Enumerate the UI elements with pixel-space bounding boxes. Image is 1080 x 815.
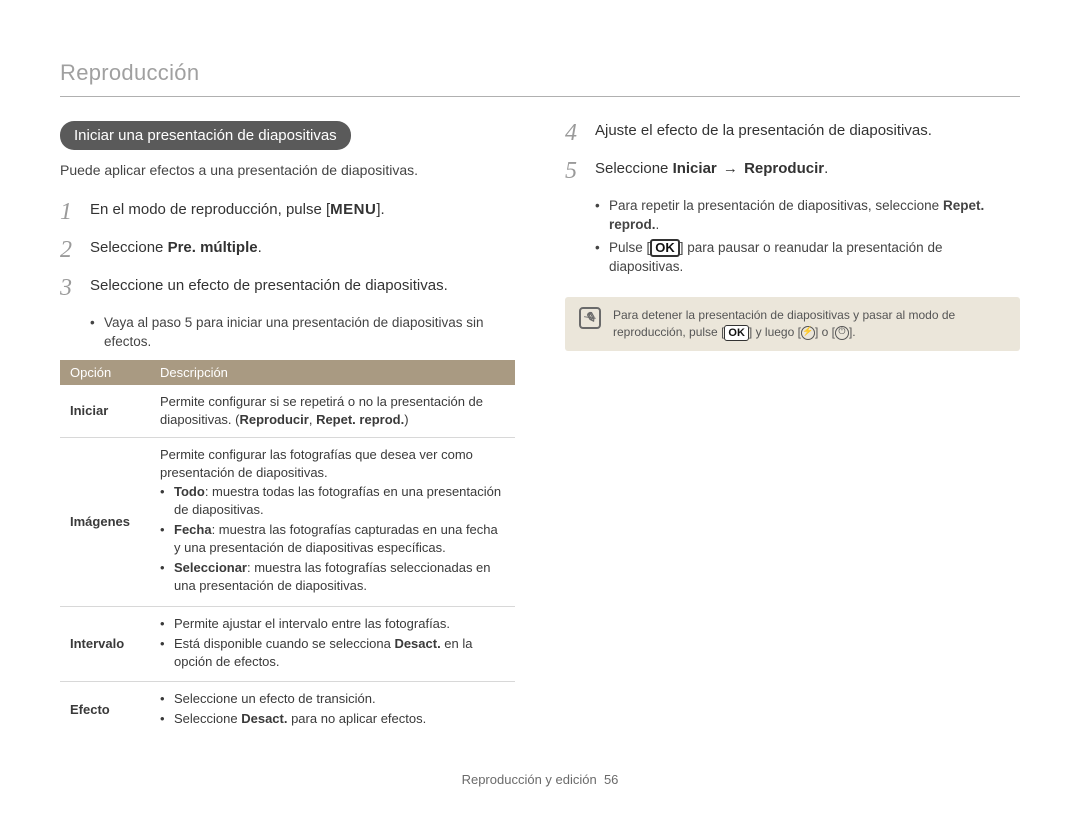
step3-sub-item: Vaya al paso 5 para iniciar una presenta… (90, 314, 515, 352)
step-3: 3 Seleccione un efecto de presentación d… (60, 276, 515, 300)
step-number: 1 (60, 200, 90, 224)
step1-post: ]. (376, 201, 384, 218)
step-1: 1 En el modo de reproducción, pulse [MEN… (60, 200, 515, 224)
note-box: ✎ Para detener la presentación de diapos… (565, 297, 1020, 352)
note-or: ] o [ (815, 325, 835, 339)
option-label: Intervalo (60, 606, 150, 682)
step5-pre: Seleccione (595, 160, 673, 177)
note-icon: ✎ (579, 307, 601, 329)
desc-post: ) (404, 412, 408, 427)
th-description: Descripción (150, 360, 515, 385)
li-b: Desact. (394, 636, 440, 651)
option-desc: Permite ajustar el intervalo entre las f… (150, 606, 515, 682)
step-number: 2 (60, 238, 90, 262)
menu-key-label: MENU (330, 201, 376, 218)
list-item: Seleccione un efecto de transición. (160, 690, 505, 708)
step-2: 2 Seleccione Pre. múltiple. (60, 238, 515, 262)
list-item: Permite ajustar el intervalo entre las f… (160, 615, 505, 633)
li-pre: Está disponible cuando se selecciona (174, 636, 394, 651)
option-label: Efecto (60, 682, 150, 739)
sub2-pre: Pulse [ (609, 240, 650, 255)
right-column: 4 Ajuste el efecto de la presentación de… (565, 121, 1020, 739)
step3-sublist: Vaya al paso 5 para iniciar una presenta… (90, 314, 515, 352)
table-row: Efecto Seleccione un efecto de transició… (60, 682, 515, 739)
options-table: Opción Descripción Iniciar Permite confi… (60, 360, 515, 739)
step-body: Seleccione Pre. múltiple. (90, 238, 262, 258)
list-item: Seleccionar: muestra las fotografías sel… (160, 559, 505, 595)
option-label: Imágenes (60, 438, 150, 607)
footer-page: 56 (604, 772, 618, 787)
note-glyph: ✎ (583, 308, 597, 326)
desc-b2: Repet. reprod. (316, 412, 404, 427)
list-item: Para repetir la presentación de diaposit… (595, 197, 1020, 235)
step2-post: . (258, 239, 262, 256)
list-item: Seleccione Desact. para no aplicar efect… (160, 710, 505, 728)
page-header: Reproducción (60, 60, 1020, 97)
ok-key-icon: OK (724, 325, 749, 341)
option-desc: Seleccione un efecto de transición. Sele… (150, 682, 515, 739)
step2-pre: Seleccione (90, 239, 168, 256)
step-4: 4 Ajuste el efecto de la presentación de… (565, 121, 1020, 145)
li-b: Seleccionar (174, 560, 247, 575)
list-item: Todo: muestra todas las fotografías en u… (160, 483, 505, 519)
step-number: 5 (565, 159, 595, 183)
li-b: Fecha (174, 522, 212, 537)
footer-section: Reproducción y edición (462, 772, 597, 787)
desc-b1: Reproducir (239, 412, 308, 427)
li-b: Desact. (241, 711, 287, 726)
arrow-icon: → (719, 160, 742, 177)
table-header-row: Opción Descripción (60, 360, 515, 385)
sub1-post: . (656, 217, 660, 232)
img-list: Todo: muestra todas las fotografías en u… (160, 483, 505, 596)
interval-list: Permite ajustar el intervalo entre las f… (160, 615, 505, 672)
option-desc: Permite configurar si se repetirá o no l… (150, 385, 515, 438)
li-pre: Seleccione (174, 711, 241, 726)
note-mid: ] y luego [ (749, 325, 801, 339)
step-body: Ajuste el efecto de la presentación de d… (595, 121, 932, 141)
sub1-pre: Para repetir la presentación de diaposit… (609, 198, 943, 213)
img-intro: Permite configurar las fotografías que d… (160, 446, 505, 482)
table-row: Imágenes Permite configurar las fotograf… (60, 438, 515, 607)
step1-pre: En el modo de reproducción, pulse [ (90, 201, 330, 218)
flash-key-icon (801, 326, 815, 340)
list-item: Está disponible cuando se selecciona Des… (160, 635, 505, 671)
step-body: En el modo de reproducción, pulse [MENU]… (90, 200, 385, 220)
note-end: ]. (849, 325, 856, 339)
li-post: para no aplicar efectos. (287, 711, 426, 726)
desc-sep: , (309, 412, 316, 427)
step5-sublist: Para repetir la presentación de diaposit… (595, 197, 1020, 277)
ok-key-icon: OK (650, 239, 680, 257)
step5-b1: Iniciar (673, 160, 717, 177)
step5-b2: Reproducir (744, 160, 824, 177)
step-number: 4 (565, 121, 595, 145)
list-item: Pulse [OK] para pausar o reanudar la pre… (595, 239, 1020, 277)
step-body: Seleccione un efecto de presentación de … (90, 276, 448, 296)
table-row: Intervalo Permite ajustar el intervalo e… (60, 606, 515, 682)
option-label: Iniciar (60, 385, 150, 438)
power-key-icon (835, 326, 849, 340)
step2-bold: Pre. múltiple (168, 239, 258, 256)
step-number: 3 (60, 276, 90, 300)
option-desc: Permite configurar las fotografías que d… (150, 438, 515, 607)
li-t: : muestra todas las fotografías en una p… (174, 484, 501, 517)
step-5: 5 Seleccione Iniciar → Reproducir. (565, 159, 1020, 183)
th-option: Opción (60, 360, 150, 385)
effect-list: Seleccione un efecto de transición. Sele… (160, 690, 505, 728)
step5-post: . (824, 160, 828, 177)
li-b: Todo (174, 484, 205, 499)
list-item: Fecha: muestra las fotografías capturada… (160, 521, 505, 557)
page-footer: Reproducción y edición 56 (0, 772, 1080, 787)
content-columns: Iniciar una presentación de diapositivas… (60, 121, 1020, 739)
li-t: : muestra las fotografías capturadas en … (174, 522, 498, 555)
table-row: Iniciar Permite configurar si se repetir… (60, 385, 515, 438)
section-pill: Iniciar una presentación de diapositivas (60, 121, 351, 150)
left-column: Iniciar una presentación de diapositivas… (60, 121, 515, 739)
note-text: Para detener la presentación de diaposit… (613, 307, 1006, 342)
intro-text: Puede aplicar efectos a una presentación… (60, 162, 515, 178)
step-body: Seleccione Iniciar → Reproducir. (595, 159, 828, 179)
